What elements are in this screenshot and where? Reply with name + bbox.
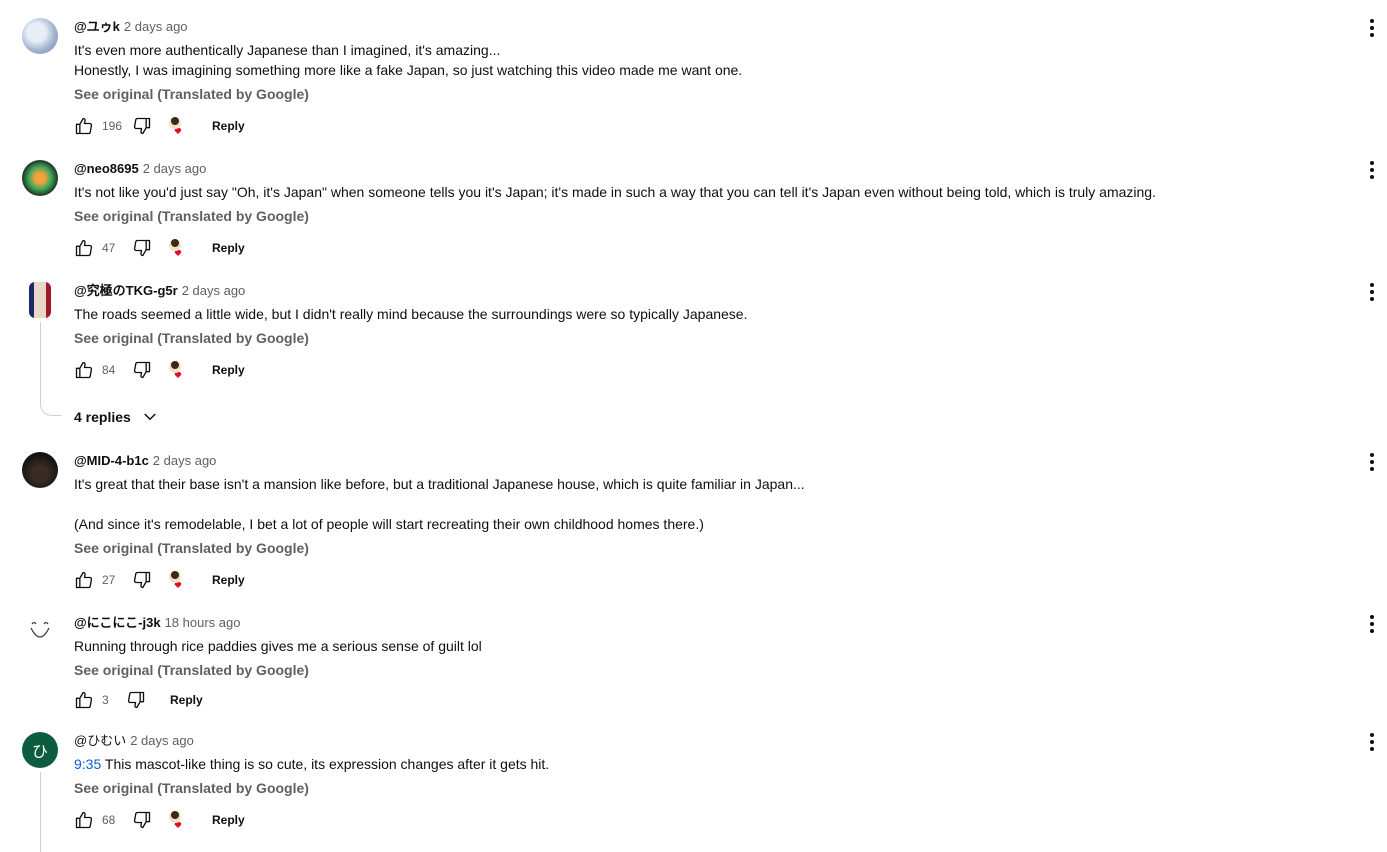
like-count: 27 <box>102 573 116 587</box>
comment-text: The roads seemed a little wide, but I di… <box>74 304 1347 324</box>
avatar[interactable] <box>22 614 58 650</box>
comment-line: This mascot-like thing is so cute, its e… <box>104 756 550 772</box>
avatar[interactable] <box>22 452 58 488</box>
thumb-up-icon[interactable] <box>74 570 94 590</box>
creator-heart-icon <box>166 809 188 831</box>
comment-actions: 196 Reply <box>74 114 245 138</box>
comment-author[interactable]: @neo8695 <box>74 161 139 176</box>
comment-text: It's great that their base isn't a mansi… <box>74 474 1347 534</box>
reply-button[interactable]: Reply <box>170 693 203 707</box>
thread-connector <box>40 772 61 852</box>
more-vert-icon[interactable] <box>1367 18 1377 38</box>
comment-time[interactable]: 18 hours ago <box>165 615 241 630</box>
thumb-up-icon[interactable] <box>74 690 94 710</box>
more-vert-icon[interactable] <box>1367 282 1377 302</box>
creator-heart-icon <box>166 359 188 381</box>
thumb-down-icon[interactable] <box>132 360 152 380</box>
comment-time[interactable]: 2 days ago <box>124 19 188 34</box>
thumb-down-icon[interactable] <box>126 690 146 710</box>
like-count: 47 <box>102 241 116 255</box>
thumb-down-icon[interactable] <box>132 570 152 590</box>
more-vert-icon[interactable] <box>1367 732 1377 752</box>
comment-time[interactable]: 2 days ago <box>153 453 217 468</box>
thumb-up-icon[interactable] <box>74 810 94 830</box>
comment-time[interactable]: 2 days ago <box>182 283 246 298</box>
comment-author[interactable]: @ユゥk <box>74 19 120 34</box>
comment-line: It's not like you'd just say "Oh, it's J… <box>74 184 1156 200</box>
comment-actions: 84 Reply <box>74 358 245 382</box>
comment-author[interactable]: @究極のTKG-g5r <box>74 283 178 298</box>
like-count: 84 <box>102 363 116 377</box>
like-count: 3 <box>102 693 109 707</box>
see-original-link[interactable]: See original (Translated by Google) <box>74 660 1347 680</box>
comment-author[interactable]: @にこにこ-j3k <box>74 615 161 630</box>
more-vert-icon[interactable] <box>1367 614 1377 634</box>
more-vert-icon[interactable] <box>1367 160 1377 180</box>
thumb-up-icon[interactable] <box>74 238 94 258</box>
view-replies-button[interactable]: 4 replies <box>74 408 159 426</box>
avatar[interactable]: ひ <box>22 732 58 768</box>
like-count: 68 <box>102 813 116 827</box>
comment-actions: 27 Reply <box>74 568 245 592</box>
thread-connector <box>40 322 61 416</box>
more-vert-icon[interactable] <box>1367 452 1377 472</box>
creator-heart-icon <box>166 569 188 591</box>
replies-label: 4 replies <box>74 409 131 425</box>
thumb-up-icon[interactable] <box>74 116 94 136</box>
thumb-up-icon[interactable] <box>74 360 94 380</box>
comment-actions: 68 Reply <box>74 808 245 832</box>
comment-time[interactable]: 2 days ago <box>143 161 207 176</box>
reply-button[interactable]: Reply <box>212 573 245 587</box>
avatar[interactable] <box>29 282 51 318</box>
reply-button[interactable]: Reply <box>212 119 245 133</box>
thumb-down-icon[interactable] <box>132 810 152 830</box>
see-original-link[interactable]: See original (Translated by Google) <box>74 778 1347 798</box>
comment-actions: 3 Reply <box>74 688 203 712</box>
reply-button[interactable]: Reply <box>212 241 245 255</box>
thumb-down-icon[interactable] <box>132 116 152 136</box>
avatar-letter: ひ <box>31 744 48 761</box>
comment-line: It's great that their base isn't a mansi… <box>74 476 805 492</box>
creator-heart-icon <box>166 237 188 259</box>
comment-line: (And since it's remodelable, I bet a lot… <box>74 516 704 532</box>
see-original-link[interactable]: See original (Translated by Google) <box>74 84 1347 104</box>
timestamp-link[interactable]: 9:35 <box>74 756 101 772</box>
see-original-link[interactable]: See original (Translated by Google) <box>74 206 1347 226</box>
thumb-down-icon[interactable] <box>132 238 152 258</box>
like-count: 196 <box>102 119 123 133</box>
creator-heart-icon <box>166 115 188 137</box>
chevron-down-icon <box>144 413 156 421</box>
reply-button[interactable]: Reply <box>212 363 245 377</box>
comment-text: It's even more authentically Japanese th… <box>74 40 1347 80</box>
comment-line: It's even more authentically Japanese th… <box>74 42 501 58</box>
comment-time[interactable]: 2 days ago <box>130 733 194 748</box>
comment-author[interactable]: @ひむい <box>74 733 126 748</box>
comment-author[interactable]: @MID-4-b1c <box>74 453 149 468</box>
comment-line: The roads seemed a little wide, but I di… <box>74 306 748 322</box>
comment-text: 9:35 This mascot-like thing is so cute, … <box>74 754 1347 774</box>
reply-button[interactable]: Reply <box>212 813 245 827</box>
see-original-link[interactable]: See original (Translated by Google) <box>74 328 1347 348</box>
see-original-link[interactable]: See original (Translated by Google) <box>74 538 1347 558</box>
comment-actions: 47 Reply <box>74 236 245 260</box>
comment-line: Running through rice paddies gives me a … <box>74 638 482 654</box>
comment-text: It's not like you'd just say "Oh, it's J… <box>74 182 1347 202</box>
comment-text: Running through rice paddies gives me a … <box>74 636 1347 656</box>
avatar[interactable] <box>22 160 58 196</box>
comment-line: Honestly, I was imagining something more… <box>74 62 743 78</box>
avatar[interactable] <box>22 18 58 54</box>
